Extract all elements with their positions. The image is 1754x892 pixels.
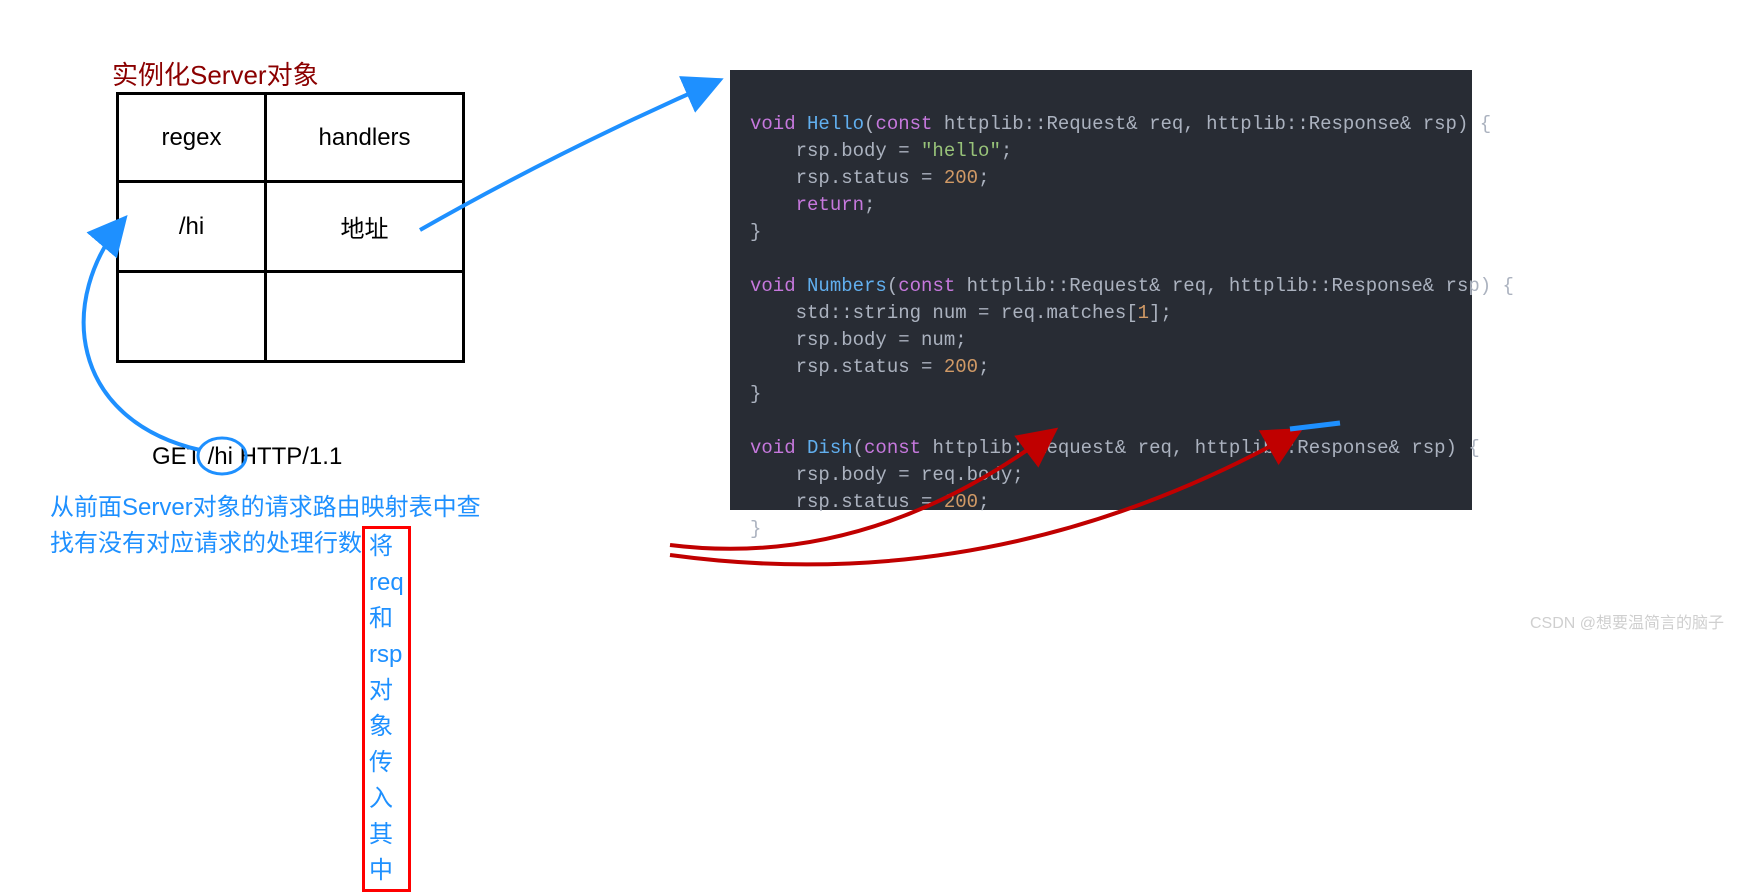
code-number: 200	[944, 356, 978, 378]
code-text: rsp.body = req.body;	[750, 464, 1024, 486]
code-keyword: void	[750, 113, 796, 135]
code-number: 200	[944, 167, 978, 189]
table-row	[118, 272, 464, 362]
code-number: 1	[1138, 302, 1149, 324]
cell-handlers-header: handlers	[266, 94, 464, 182]
code-text: ;	[864, 194, 875, 216]
code-text: }	[750, 221, 761, 243]
code-text: (	[864, 113, 875, 135]
cell-address: 地址	[266, 182, 464, 272]
code-text: std::string num = req.matches[	[750, 302, 1138, 324]
table-row: regex handlers	[118, 94, 464, 182]
code-text: (	[853, 437, 864, 459]
http-method: GET	[152, 443, 208, 470]
code-text: }	[750, 383, 761, 405]
http-request-line: GET /hi HTTP/1.1	[152, 443, 342, 471]
explanation-line2: 找有没有对应请求的处理行数 将req和rsp对象传入其中	[50, 526, 362, 562]
code-text: httplib::Request& req, httplib::Response…	[932, 113, 1491, 135]
code-keyword: void	[750, 275, 796, 297]
code-keyword: return	[750, 194, 864, 216]
cell-empty-2	[266, 272, 464, 362]
diagram-title: 实例化Server对象	[112, 55, 319, 92]
http-path: /hi	[208, 443, 233, 470]
code-text: ;	[978, 491, 989, 513]
explanation-line1: 从前面Server对象的请求路由映射表中查	[50, 490, 481, 526]
code-text: }	[750, 518, 761, 540]
code-string: "hello"	[921, 140, 1001, 162]
code-text: (	[887, 275, 898, 297]
http-version: HTTP/1.1	[233, 443, 342, 470]
code-function: Dish	[807, 437, 853, 459]
code-text: httplib::Request& req, httplib::Response…	[955, 275, 1514, 297]
cell-hi-path: /hi	[118, 182, 266, 272]
code-text: ;	[978, 167, 989, 189]
code-function: Hello	[807, 113, 864, 135]
cell-regex-header: regex	[118, 94, 266, 182]
explanation-boxed: 将req和rsp对象传入其中	[362, 526, 411, 892]
code-function: Numbers	[807, 275, 887, 297]
code-text: ;	[1001, 140, 1012, 162]
code-text: httplib::Request& req, httplib::Response…	[921, 437, 1480, 459]
code-keyword: const	[875, 113, 932, 135]
code-text: rsp.body =	[750, 140, 921, 162]
code-text: ;	[978, 356, 989, 378]
routing-table: regex handlers /hi 地址	[116, 92, 465, 363]
code-text: rsp.status =	[750, 491, 944, 513]
code-text: rsp.status =	[750, 167, 944, 189]
code-block: void Hello(const httplib::Request& req, …	[730, 70, 1472, 510]
code-text: rsp.status =	[750, 356, 944, 378]
watermark: CSDN @想要温简言的脑子	[1530, 609, 1724, 633]
code-text: ];	[1149, 302, 1172, 324]
code-text: rsp.body = num;	[750, 329, 967, 351]
cell-empty-1	[118, 272, 266, 362]
explanation-line2-part1: 找有没有对应请求的处理行数	[50, 530, 362, 557]
code-number: 200	[944, 491, 978, 513]
table-row: /hi 地址	[118, 182, 464, 272]
code-keyword: const	[898, 275, 955, 297]
code-keyword: const	[864, 437, 921, 459]
code-keyword: void	[750, 437, 796, 459]
